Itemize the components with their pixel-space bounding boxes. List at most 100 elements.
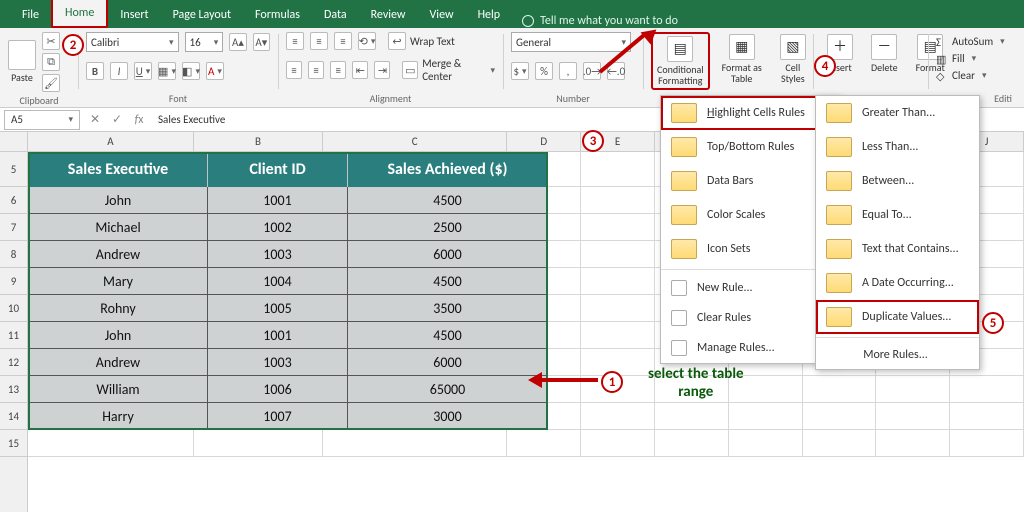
cell[interactable]: [876, 403, 950, 430]
format-as-table-button[interactable]: ▦ Format as Table: [716, 32, 768, 86]
cf-menu-item[interactable]: Data Bars▸: [661, 164, 839, 198]
row-header[interactable]: 14: [0, 403, 27, 430]
table-cell[interactable]: 1003: [208, 241, 348, 268]
cell[interactable]: [803, 403, 877, 430]
table-cell[interactable]: Mary: [28, 268, 208, 295]
row-header[interactable]: 12: [0, 349, 27, 376]
row-header[interactable]: 9: [0, 268, 27, 295]
cell[interactable]: [581, 403, 655, 430]
conditional-formatting-button[interactable]: ▤ Conditional Formatting: [651, 32, 710, 90]
fx-button[interactable]: fx: [128, 113, 150, 127]
cf-menu-item[interactable]: Color Scales▸: [661, 198, 839, 232]
hc-more-rules[interactable]: More Rules...: [816, 341, 979, 369]
table-cell[interactable]: 1004: [208, 268, 348, 295]
hc-menu-item[interactable]: Duplicate Values...: [816, 300, 979, 334]
tab-formulas[interactable]: Formulas: [243, 2, 312, 28]
align-top-button[interactable]: ≡: [286, 32, 304, 50]
row-header[interactable]: 15: [0, 430, 27, 457]
table-cell[interactable]: 3500: [348, 295, 548, 322]
table-cell[interactable]: 4500: [348, 268, 548, 295]
cell[interactable]: [581, 295, 655, 322]
increase-indent-button[interactable]: ⇥: [374, 61, 390, 79]
table-cell[interactable]: 6000: [348, 349, 548, 376]
table-cell[interactable]: 1001: [208, 322, 348, 349]
row-header[interactable]: 5: [0, 152, 27, 187]
cell[interactable]: [950, 376, 1024, 403]
tab-data[interactable]: Data: [312, 2, 359, 28]
column-header[interactable]: D: [507, 132, 581, 151]
merge-center-button[interactable]: ▭ Merge & Center: [402, 57, 495, 83]
hc-menu-item[interactable]: Less Than...: [816, 130, 979, 164]
table-cell[interactable]: Harry: [28, 403, 208, 430]
decrease-font-button[interactable]: A▾: [253, 33, 270, 51]
tell-me[interactable]: Tell me what you want to do: [522, 14, 678, 28]
row-header[interactable]: 10: [0, 295, 27, 322]
cell[interactable]: [581, 152, 655, 187]
cf-menu-item-plain[interactable]: Manage Rules...: [661, 333, 839, 363]
select-all-triangle[interactable]: [0, 132, 28, 152]
enter-formula-button[interactable]: ✓: [106, 112, 128, 127]
cell[interactable]: [581, 241, 655, 268]
delete-cells-button[interactable]: －Delete: [865, 32, 904, 75]
bold-button[interactable]: B: [86, 62, 104, 80]
autosum-button[interactable]: ΣAutoSum: [936, 34, 1016, 49]
align-bottom-button[interactable]: ≡: [334, 32, 352, 50]
table-cell[interactable]: 1001: [208, 187, 348, 214]
cell[interactable]: [194, 430, 323, 457]
cell[interactable]: [803, 376, 877, 403]
font-color-button[interactable]: A: [206, 62, 224, 80]
cell[interactable]: [876, 430, 950, 457]
table-cell[interactable]: 2500: [348, 214, 548, 241]
tab-file[interactable]: File: [10, 2, 51, 28]
align-middle-button[interactable]: ≡: [310, 32, 328, 50]
table-cell[interactable]: 1003: [208, 349, 348, 376]
tab-review[interactable]: Review: [359, 2, 418, 28]
underline-button[interactable]: U: [134, 62, 152, 80]
cell[interactable]: [655, 430, 729, 457]
cell[interactable]: [581, 322, 655, 349]
tab-page-layout[interactable]: Page Layout: [161, 2, 243, 28]
hc-menu-item[interactable]: Equal To...: [816, 198, 979, 232]
table-cell[interactable]: William: [28, 376, 208, 403]
comma-format-button[interactable]: ,: [559, 62, 577, 80]
table-cell[interactable]: 1006: [208, 376, 348, 403]
tab-view[interactable]: View: [418, 2, 466, 28]
cell[interactable]: [729, 430, 803, 457]
hc-menu-item[interactable]: Text that Contains...: [816, 232, 979, 266]
cell[interactable]: [950, 430, 1024, 457]
copy-button[interactable]: ⧉: [42, 53, 60, 71]
cell[interactable]: [581, 187, 655, 214]
column-header[interactable]: B: [194, 132, 323, 151]
increase-font-button[interactable]: A▴: [229, 33, 246, 51]
clear-button[interactable]: ◇Clear: [936, 68, 1016, 83]
hc-menu-item[interactable]: Greater Than...: [816, 96, 979, 130]
format-painter-button[interactable]: 🖌: [42, 74, 60, 92]
align-right-button[interactable]: ≡: [330, 61, 346, 79]
percent-format-button[interactable]: %: [535, 62, 553, 80]
row-header[interactable]: 11: [0, 322, 27, 349]
hc-menu-item[interactable]: A Date Occurring...: [816, 266, 979, 300]
table-cell[interactable]: Rohny: [28, 295, 208, 322]
paste-button[interactable]: Paste: [8, 40, 36, 84]
cell-styles-button[interactable]: ▧ Cell Styles: [774, 32, 812, 86]
cell[interactable]: [581, 268, 655, 295]
cell[interactable]: [323, 430, 507, 457]
table-cell[interactable]: 1007: [208, 403, 348, 430]
table-cell[interactable]: John: [28, 322, 208, 349]
align-center-button[interactable]: ≡: [308, 61, 324, 79]
hc-menu-item[interactable]: Between...: [816, 164, 979, 198]
row-header[interactable]: 8: [0, 241, 27, 268]
table-header[interactable]: Client ID: [208, 152, 348, 187]
cell[interactable]: [581, 430, 655, 457]
accounting-format-button[interactable]: $: [511, 62, 529, 80]
cut-button[interactable]: ✂: [42, 32, 60, 50]
cf-menu-item[interactable]: Icon Sets▸: [661, 232, 839, 266]
table-header[interactable]: Sales Achieved ($): [348, 152, 548, 187]
table-cell[interactable]: 4500: [348, 322, 548, 349]
italic-button[interactable]: I: [110, 62, 128, 80]
cell[interactable]: [655, 403, 729, 430]
table-cell[interactable]: 1002: [208, 214, 348, 241]
fill-button[interactable]: ▥Fill: [936, 51, 1016, 66]
decrease-indent-button[interactable]: ⇤: [352, 61, 368, 79]
cf-menu-item-plain[interactable]: New Rule...: [661, 273, 839, 303]
